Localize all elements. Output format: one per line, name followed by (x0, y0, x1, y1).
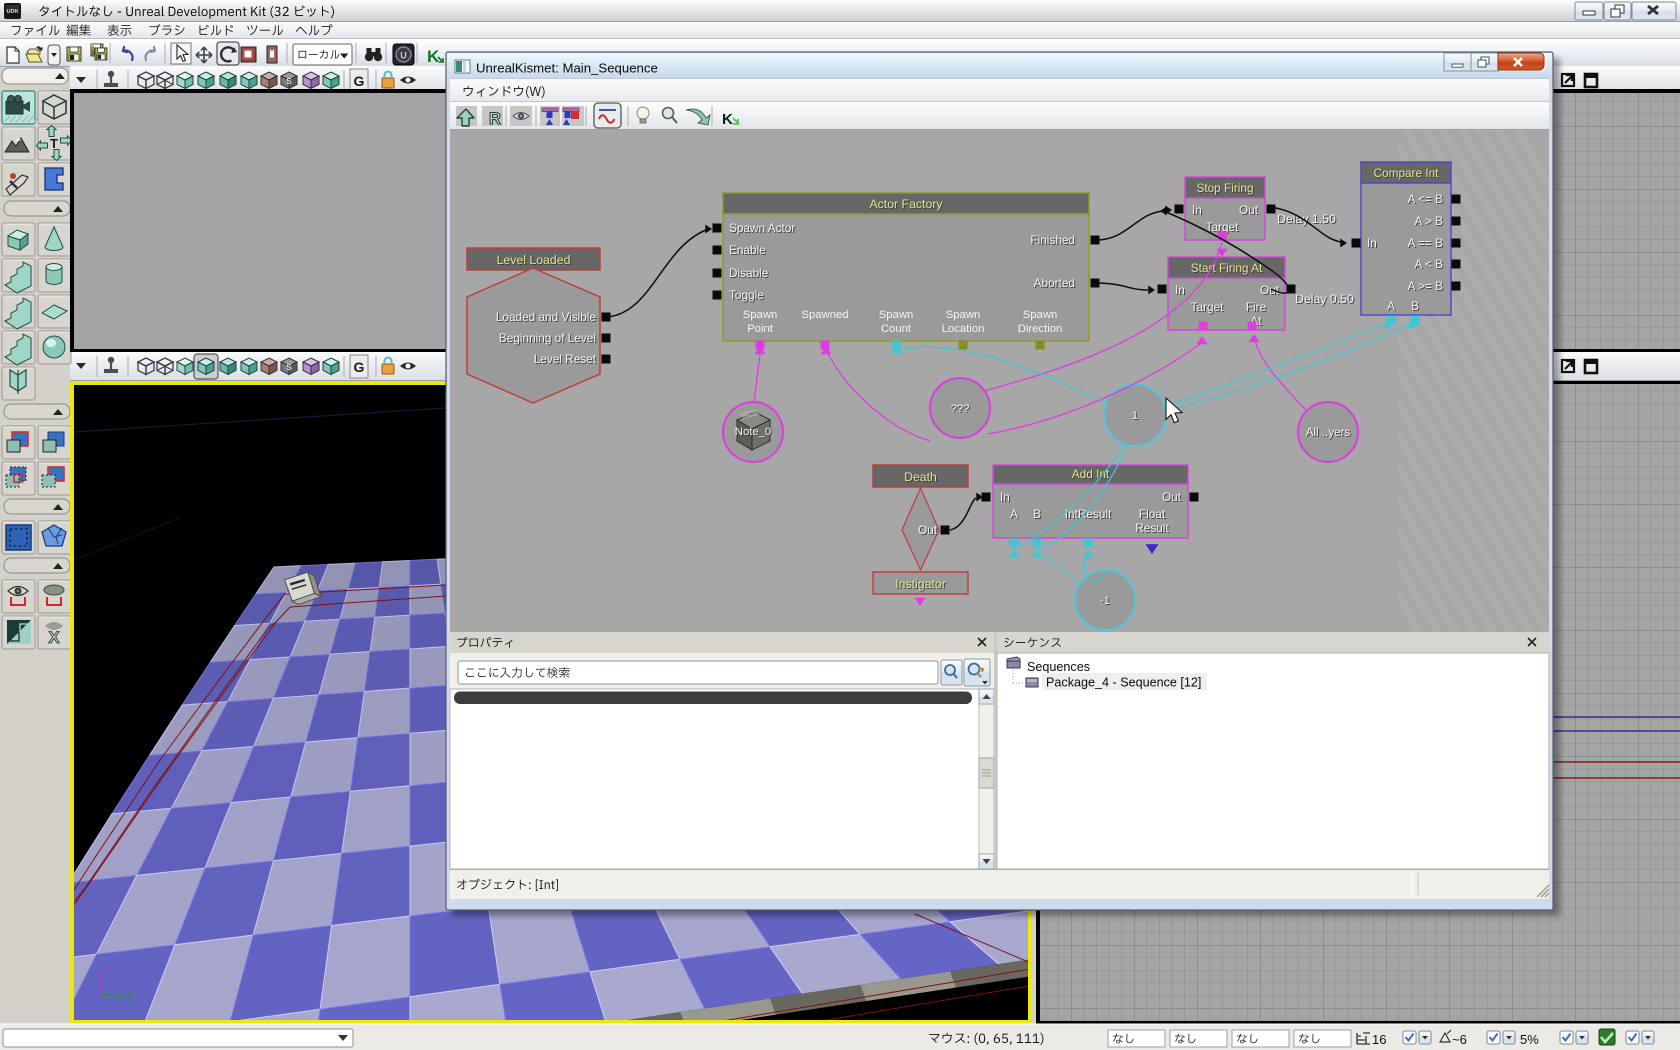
svg-text:Delay 1.50: Delay 1.50 (1277, 212, 1336, 226)
svg-text:Beginning of Level: Beginning of Level (499, 331, 596, 345)
svg-text:Spawn: Spawn (879, 309, 914, 321)
svg-text:G: G (354, 73, 365, 89)
svg-text:In: In (1367, 236, 1377, 250)
svg-text:~6: ~6 (1452, 1032, 1467, 1047)
svg-text:K: K (722, 111, 733, 128)
svg-text:Out: Out (1239, 203, 1259, 217)
svg-text:Float: Float (1139, 507, 1166, 521)
svg-text:Package_4 - Sequence [12]: Package_4 - Sequence [12] (1046, 676, 1201, 690)
svg-text:A: A (1387, 299, 1395, 313)
svg-text:1: 1 (1132, 410, 1138, 422)
svg-text:Level Reset: Level Reset (534, 352, 597, 366)
svg-text:In: In (1192, 203, 1202, 217)
svg-text:Actor Factory: Actor Factory (869, 197, 943, 211)
svg-text:Sequences: Sequences (1027, 660, 1090, 674)
svg-text:-1: -1 (1100, 595, 1110, 607)
svg-text:Y: Y (127, 993, 134, 1004)
svg-text:Note_0: Note_0 (735, 426, 771, 438)
svg-text:Instigator: Instigator (895, 577, 946, 591)
svg-text:Death: Death (904, 470, 937, 484)
svg-text:Level Loaded: Level Loaded (497, 253, 571, 267)
svg-text:Z: Z (104, 962, 110, 973)
svg-text:Target: Target (1191, 300, 1225, 314)
svg-text:R: R (489, 110, 501, 128)
svg-text:Disable: Disable (729, 266, 769, 280)
svg-text:A >= B: A >= B (1408, 279, 1444, 293)
svg-text:Enable: Enable (729, 243, 766, 257)
svg-text:Add Int: Add Int (1072, 467, 1110, 481)
svg-text:Loaded and Visible: Loaded and Visible (496, 310, 597, 324)
svg-text:In: In (1175, 283, 1185, 297)
svg-text:S: S (286, 77, 292, 86)
svg-text:Out: Out (918, 523, 938, 537)
svg-text:Spawn: Spawn (946, 309, 981, 321)
svg-text:Out: Out (1162, 490, 1182, 504)
svg-text:S: S (286, 363, 292, 372)
svg-text:G: G (354, 359, 365, 375)
svg-text:Aborted: Aborted (1034, 276, 1075, 290)
svg-text:5%: 5% (1520, 1032, 1539, 1047)
svg-text:Location: Location (942, 323, 985, 335)
svg-text:Finished: Finished (1030, 233, 1075, 247)
svg-text:???: ??? (951, 403, 970, 415)
svg-text:Fire: Fire (1246, 300, 1267, 314)
svg-text:UDK: UDK (6, 9, 18, 15)
svg-text:Start Firing At: Start Firing At (1191, 261, 1263, 275)
svg-text:K: K (427, 47, 440, 66)
svg-text:A: A (1010, 507, 1018, 521)
svg-text:Spawn: Spawn (1023, 309, 1058, 321)
svg-text:X: X (48, 628, 60, 647)
svg-text:A <= B: A <= B (1408, 192, 1444, 206)
svg-text:Point: Point (747, 323, 774, 335)
svg-text:T: T (50, 136, 58, 151)
svg-text:Count: Count (881, 323, 912, 335)
svg-text:A > B: A > B (1414, 214, 1443, 228)
svg-text:Stop Firing: Stop Firing (1196, 181, 1253, 195)
svg-text:B: B (1411, 299, 1419, 313)
svg-text:All ..yers: All ..yers (1306, 426, 1351, 439)
svg-text:A == B: A == B (1408, 236, 1444, 250)
svg-text:A < B: A < B (1414, 257, 1443, 271)
svg-text:B: B (1033, 507, 1041, 521)
svg-text:Compare Int: Compare Int (1374, 166, 1440, 180)
svg-text:16: 16 (1372, 1032, 1386, 1047)
svg-text:Spawn: Spawn (743, 309, 778, 321)
svg-text:Result: Result (1135, 521, 1169, 535)
svg-text:Delay 0.50: Delay 0.50 (1295, 292, 1354, 306)
svg-text:Direction: Direction (1018, 323, 1063, 335)
svg-text:Spawn Actor: Spawn Actor (729, 221, 795, 235)
svg-text:In: In (1000, 490, 1010, 504)
svg-text:UnrealKismet: Main_Sequence: UnrealKismet: Main_Sequence (476, 61, 658, 76)
svg-text:Toggle: Toggle (729, 288, 764, 302)
svg-text:Spawned: Spawned (801, 309, 848, 321)
svg-text:U: U (400, 51, 407, 61)
svg-text:Out: Out (1260, 283, 1280, 297)
